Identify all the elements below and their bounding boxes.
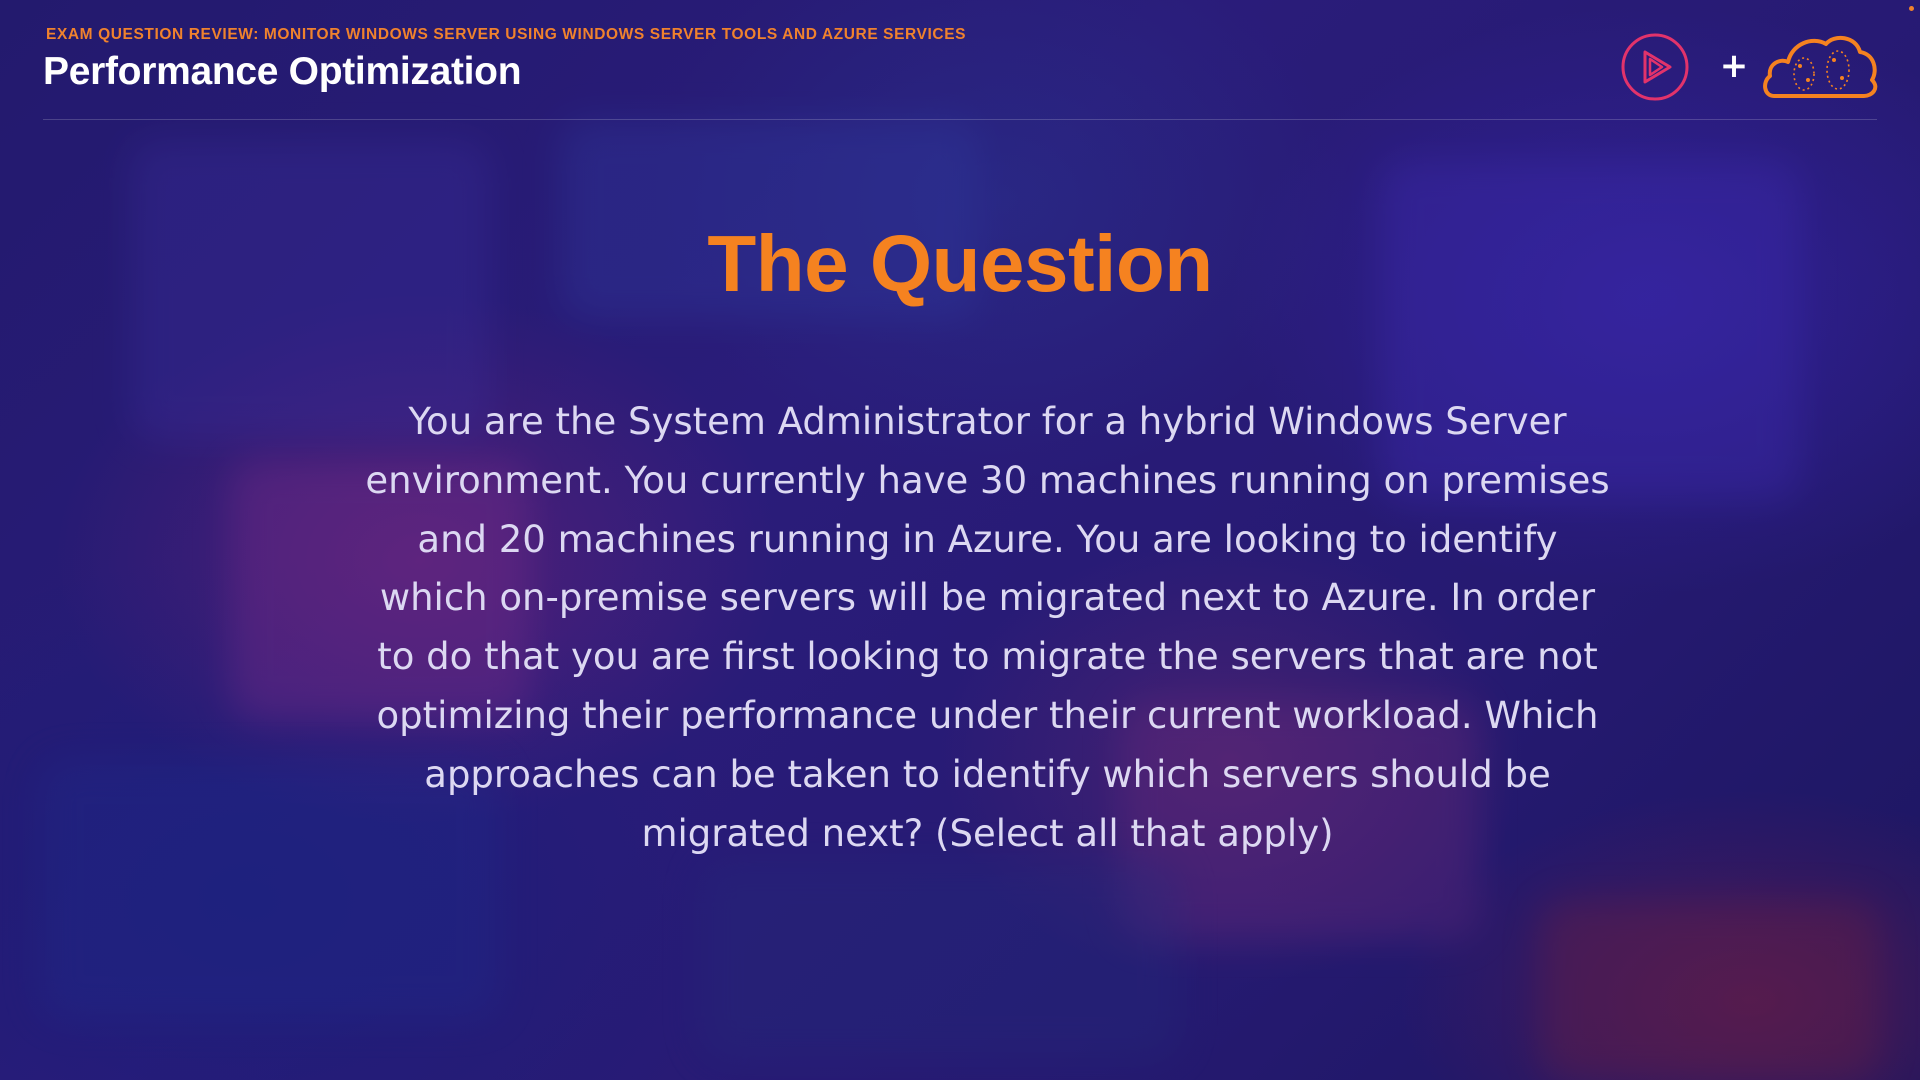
question-text: You are the System Administrator for a h… — [365, 400, 1610, 855]
question-heading: The Question — [707, 219, 1213, 308]
course-eyebrow: EXAM QUESTION REVIEW: MONITOR WINDOWS SE… — [46, 26, 967, 43]
page-title: Performance Optimization — [43, 50, 522, 93]
play-icon — [1621, 33, 1689, 101]
logo-group: + — [1620, 30, 1880, 102]
background-tile — [1540, 900, 1880, 1080]
slide: EXAM QUESTION REVIEW: MONITOR WINDOWS SE… — [0, 0, 1920, 1080]
edge-dot — [1909, 6, 1914, 11]
background-tile — [700, 860, 1180, 1060]
header-divider — [43, 119, 1877, 120]
plus-separator: + — [1719, 46, 1749, 86]
cloud-icon — [1763, 35, 1878, 98]
